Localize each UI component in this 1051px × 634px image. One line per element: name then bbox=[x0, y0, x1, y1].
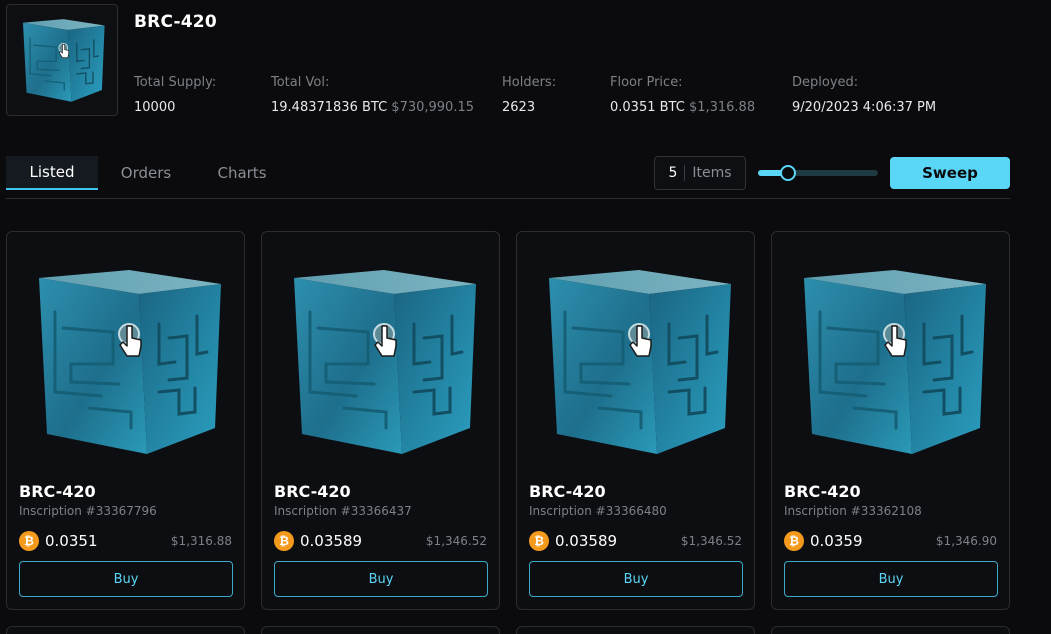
stat-label: Holders: bbox=[502, 75, 557, 90]
tab-bar: Listed Orders Charts bbox=[6, 156, 290, 190]
buy-button[interactable]: Buy bbox=[529, 561, 743, 597]
listing-card-partial[interactable] bbox=[771, 626, 1010, 634]
collection-thumbnail bbox=[6, 4, 118, 116]
listing-card[interactable]: BRC-420 Inscription #33366480 ₿ 0.03589 … bbox=[516, 231, 755, 610]
listing-card-partial[interactable] bbox=[6, 626, 245, 634]
stat-label: Total Supply: bbox=[134, 75, 217, 90]
tabs-divider bbox=[6, 198, 1010, 199]
stat-usd: $730,990.15 bbox=[391, 100, 475, 115]
brc420-cube-icon bbox=[802, 268, 988, 454]
stat-total-supply: Total Supply: 10000 bbox=[134, 75, 216, 115]
brc420-cube-icon bbox=[547, 268, 733, 454]
sweep-item-count[interactable]: 5 Items bbox=[654, 156, 746, 190]
card-price: 0.0359 bbox=[810, 532, 863, 550]
buy-button[interactable]: Buy bbox=[784, 561, 998, 597]
stat-label: Deployed: bbox=[792, 75, 859, 90]
stat-total-volume: Total Vol: 19.48371836 BTC $730,990.15 bbox=[271, 75, 474, 115]
collection-title: BRC-420 bbox=[134, 12, 217, 32]
stat-value: 9/20/2023 4:06:37 PM bbox=[792, 100, 937, 115]
stat-label: Floor Price: bbox=[610, 75, 683, 90]
stat-deployed: Deployed: 9/20/2023 4:06:37 PM bbox=[792, 75, 936, 115]
bitcoin-icon: ₿ bbox=[19, 531, 39, 551]
sweep-count: 5 bbox=[668, 165, 686, 181]
stat-value: 19.48371836 BTC $730,990.15 bbox=[271, 100, 475, 115]
bitcoin-icon: ₿ bbox=[784, 531, 804, 551]
sweep-button[interactable]: Sweep bbox=[890, 157, 1010, 189]
card-usd-price: $1,346.90 bbox=[935, 534, 997, 548]
slider-thumb[interactable] bbox=[780, 165, 796, 181]
sweep-unit: Items bbox=[692, 165, 732, 181]
stat-value: 10000 bbox=[134, 100, 176, 115]
stat-usd: $1,316.88 bbox=[688, 100, 756, 115]
brc420-cube-icon bbox=[37, 268, 223, 454]
buy-button[interactable]: Buy bbox=[274, 561, 488, 597]
card-inscription: Inscription #33366480 bbox=[529, 504, 667, 518]
stat-value: 0.0351 BTC $1,316.88 bbox=[610, 100, 756, 115]
stat-value: 2623 bbox=[502, 100, 536, 115]
card-title: BRC-420 bbox=[274, 482, 351, 501]
tab-listed[interactable]: Listed bbox=[6, 156, 98, 190]
brc420-cube-icon bbox=[22, 18, 106, 103]
bitcoin-icon: ₿ bbox=[274, 531, 294, 551]
listing-card[interactable]: BRC-420 Inscription #33366437 ₿ 0.03589 … bbox=[261, 231, 500, 610]
listing-card[interactable]: BRC-420 Inscription #33367796 ₿ 0.0351 $… bbox=[6, 231, 245, 610]
brc420-cube-icon bbox=[292, 268, 478, 454]
card-inscription: Inscription #33366437 bbox=[274, 504, 412, 518]
listing-card[interactable]: BRC-420 Inscription #33362108 ₿ 0.0359 $… bbox=[771, 231, 1010, 610]
card-inscription: Inscription #33367796 bbox=[19, 504, 157, 518]
collection-page: BRC-420 Total Supply: 10000 Total Vol: 1… bbox=[0, 0, 1051, 634]
card-title: BRC-420 bbox=[529, 482, 606, 501]
card-price: 0.0351 bbox=[45, 532, 98, 550]
card-usd-price: $1,316.88 bbox=[170, 534, 232, 548]
stat-label: Total Vol: bbox=[271, 75, 330, 90]
listing-card-partial[interactable] bbox=[261, 626, 500, 634]
card-inscription: Inscription #33362108 bbox=[784, 504, 922, 518]
card-title: BRC-420 bbox=[784, 482, 861, 501]
stat-holders: Holders: 2623 bbox=[502, 75, 556, 115]
card-usd-price: $1,346.52 bbox=[425, 534, 487, 548]
tab-charts[interactable]: Charts bbox=[194, 156, 290, 190]
card-title: BRC-420 bbox=[19, 482, 96, 501]
tab-orders[interactable]: Orders bbox=[98, 156, 194, 190]
listing-card-partial[interactable] bbox=[516, 626, 755, 634]
card-price: 0.03589 bbox=[300, 532, 363, 550]
sweep-slider[interactable] bbox=[758, 165, 878, 181]
card-price: 0.03589 bbox=[555, 532, 618, 550]
card-usd-price: $1,346.52 bbox=[680, 534, 742, 548]
stat-floor-price: Floor Price: 0.0351 BTC $1,316.88 bbox=[610, 75, 755, 115]
bitcoin-icon: ₿ bbox=[529, 531, 549, 551]
buy-button[interactable]: Buy bbox=[19, 561, 233, 597]
